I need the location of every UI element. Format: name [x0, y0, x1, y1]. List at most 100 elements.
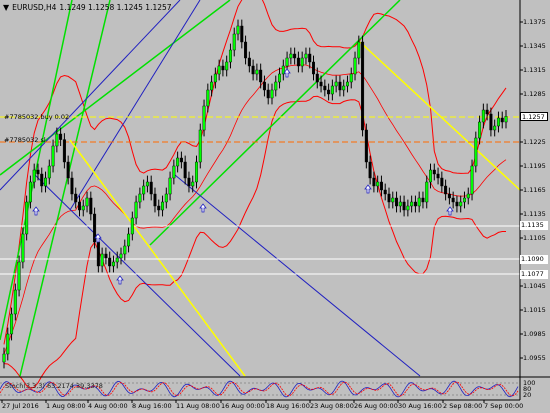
candle-body [172, 165, 176, 179]
candle-body [74, 193, 78, 203]
candle-body [444, 185, 448, 195]
candle-body [406, 205, 410, 211]
current-price-tag: 1.1257 [520, 112, 548, 121]
level-tag-1: 1.1135 [520, 221, 548, 230]
candle-body [198, 129, 202, 163]
price-axis-label: 1.1375 [523, 18, 546, 26]
candle-body [327, 89, 331, 95]
candle-body [123, 245, 127, 255]
candle-body [202, 105, 206, 131]
candle-body [142, 185, 146, 195]
candle-body [85, 197, 89, 207]
candle-body [410, 201, 414, 207]
candle-body [70, 177, 74, 195]
candle-body [312, 61, 316, 75]
candle-body [206, 89, 210, 107]
candle-body [232, 33, 236, 51]
order-buy-label[interactable]: #7785032 buy 0.02 [4, 113, 69, 121]
candle-body [259, 69, 263, 83]
symbol-label: EURUSD,H4 [12, 2, 57, 12]
candle-body [304, 53, 308, 59]
candle-body [213, 73, 217, 83]
ohlc-values: 1.1249 1.1258 1.1245 1.1257 [59, 2, 172, 12]
candle-body [478, 121, 482, 139]
candle-body [13, 289, 17, 315]
candle-body [115, 257, 119, 263]
price-axis-label: 1.1045 [523, 282, 546, 290]
time-axis-label: 2 Sep 08:00 [443, 402, 483, 410]
price-chart[interactable] [0, 0, 550, 413]
candle-body [210, 81, 214, 91]
candle-body [77, 201, 81, 211]
candle-body [308, 53, 312, 63]
candle-body [466, 193, 470, 199]
candle-body [289, 53, 293, 59]
price-axis-label: 1.1105 [523, 234, 546, 242]
time-axis-label: 7 Sep 00:00 [484, 402, 524, 410]
candle-body [376, 181, 380, 187]
candle-body [32, 169, 36, 183]
candle-body [157, 205, 161, 211]
candle-body [161, 201, 165, 211]
candle-body [379, 181, 383, 191]
candle-body [51, 145, 55, 167]
candle-body [6, 333, 10, 355]
time-axis-label: 18 Aug 16:00 [266, 402, 310, 410]
time-axis-label: 1 Aug 08:00 [46, 402, 86, 410]
candle-body [270, 89, 274, 99]
candle-body [387, 193, 391, 203]
candle-body [489, 113, 493, 131]
candle-body [398, 201, 402, 207]
candle-body [81, 205, 85, 211]
candle-body [21, 233, 25, 263]
candle-body [285, 57, 289, 67]
candle-body [455, 201, 459, 207]
candle-body [417, 197, 421, 207]
time-axis-label: 26 Aug 00:00 [354, 402, 398, 410]
candle-body [462, 197, 466, 203]
price-axis-label: 1.1195 [523, 162, 546, 170]
time-axis-label: 23 Aug 08:00 [310, 402, 354, 410]
candle-body [349, 73, 353, 83]
candle-body [251, 65, 255, 75]
candle-body [164, 193, 168, 203]
candle-body [2, 353, 6, 363]
candle-body [149, 181, 153, 195]
candle-body [334, 81, 338, 87]
candle-body [28, 181, 32, 203]
candle-body [255, 69, 259, 75]
time-axis-label: 4 Aug 00:00 [88, 402, 128, 410]
collapse-triangle-icon[interactable]: ▼ [3, 3, 9, 12]
candle-body [338, 81, 342, 91]
candle-body [119, 253, 123, 259]
price-axis-label: 1.1015 [523, 306, 546, 314]
order-sl-label[interactable]: #7785032 sl [4, 136, 46, 144]
level-tag-3: 1.1077 [520, 270, 548, 279]
chart-header: ▼ EURUSD,H4 1.1249 1.1258 1.1245 1.1257 [3, 1, 172, 13]
candle-body [66, 161, 70, 179]
candle-body [361, 41, 365, 131]
candle-body [228, 49, 232, 63]
candle-body [481, 109, 485, 123]
candle-body [447, 193, 451, 199]
candle-body [62, 139, 66, 163]
candle-body [432, 169, 436, 175]
candle-body [247, 57, 251, 67]
candle-body [368, 161, 372, 179]
candle-body [493, 125, 497, 131]
time-axis-label: 8 Aug 16:00 [132, 402, 172, 410]
time-axis-label: 11 Aug 08:00 [176, 402, 220, 410]
candle-body [319, 81, 323, 87]
price-axis-label: 1.1135 [523, 210, 546, 218]
candle-body [421, 197, 425, 203]
candle-body [485, 109, 489, 115]
candle-body [179, 157, 183, 163]
candle-body [342, 85, 346, 91]
candle-body [44, 177, 48, 187]
candle-body [40, 173, 44, 187]
candle-body [496, 117, 500, 127]
candle-body [293, 53, 297, 59]
chart-window[interactable]: ▼ EURUSD,H4 1.1249 1.1258 1.1245 1.1257 … [0, 0, 550, 413]
candle-body [345, 81, 349, 87]
candle-body [274, 81, 278, 91]
